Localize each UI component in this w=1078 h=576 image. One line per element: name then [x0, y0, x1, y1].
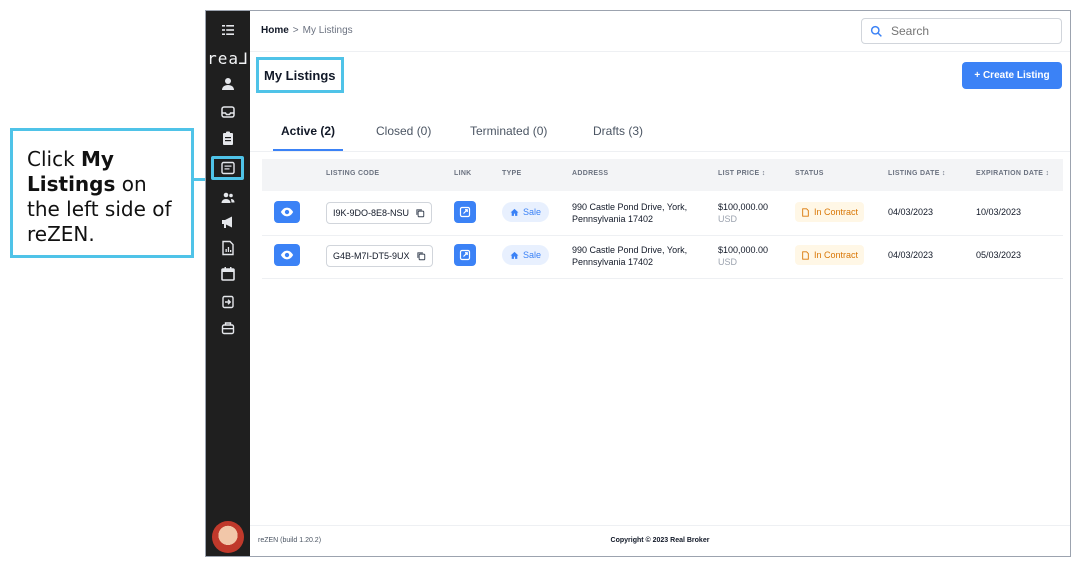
price-currency: USD	[718, 214, 738, 224]
search-icon	[870, 25, 882, 37]
create-listing-button[interactable]: + Create Listing	[962, 62, 1062, 89]
sidebar-item-my-listings[interactable]	[206, 157, 250, 179]
price-cell: $100,000.00 USD	[718, 244, 768, 268]
price-cell: $100,000.00 USD	[718, 201, 768, 225]
main-content: Home>My Listings My Listings + Create Li…	[250, 11, 1070, 556]
column-list-price[interactable]: LIST PRICE ↕	[718, 170, 766, 177]
status-badge: In Contract	[795, 202, 865, 222]
column-type: TYPE	[502, 170, 522, 177]
price-currency: USD	[718, 257, 738, 267]
view-listing-button[interactable]	[274, 201, 300, 223]
tab-closed[interactable]: Closed (0)	[376, 123, 431, 151]
megaphone-icon[interactable]	[206, 211, 250, 233]
tab-terminated[interactable]: Terminated (0)	[470, 123, 547, 151]
table-row: G4B-M7I-DT5-9UX Sale 990 Castle Pond Dri…	[262, 236, 1063, 279]
type-badge: Sale	[502, 202, 550, 222]
breadcrumb: Home > My Listings	[261, 25, 353, 36]
type-label: Sale	[523, 207, 542, 217]
collapse-menu-icon[interactable]	[206, 19, 250, 41]
breadcrumb-current: My Listings	[302, 25, 353, 36]
open-link-button[interactable]	[454, 201, 476, 223]
table-row: I9K-9DO-8E8-NSU Sale 990 Castle Pond Dri…	[262, 193, 1063, 236]
breadcrumb-separator: >	[292, 25, 299, 36]
type-badge: Sale	[502, 245, 550, 265]
listing-code: I9K-9DO-8E8-NSU	[333, 208, 410, 218]
user-avatar[interactable]	[212, 521, 244, 553]
eye-icon	[280, 207, 294, 217]
column-listing-code: LISTING CODE	[326, 170, 380, 177]
instruction-callout: Click My Listings on the left side of re…	[10, 128, 194, 258]
address-cell: 990 Castle Pond Drive, York, Pennsylvani…	[572, 202, 688, 224]
column-status: STATUS	[795, 170, 824, 177]
document-icon	[802, 207, 809, 217]
home-icon	[510, 251, 519, 259]
document-icon	[802, 250, 809, 260]
toolbox-icon[interactable]	[206, 317, 250, 339]
copy-icon[interactable]	[416, 251, 426, 261]
listings-icon	[221, 161, 235, 175]
eye-icon	[280, 250, 294, 260]
listing-code-chip[interactable]: G4B-M7I-DT5-9UX	[326, 245, 433, 267]
column-address: ADDRESS	[572, 170, 609, 177]
table-header: LISTING CODE LINK TYPE ADDRESS LIST PRIC…	[262, 159, 1063, 191]
status-badge: In Contract	[795, 245, 865, 265]
clipboard-icon[interactable]	[206, 127, 250, 149]
sign-in-icon[interactable]	[206, 291, 250, 313]
listing-code-chip[interactable]: I9K-9DO-8E8-NSU	[326, 202, 433, 224]
tab-drafts[interactable]: Drafts (3)	[593, 123, 643, 151]
real-logo: rea⅃	[207, 49, 249, 68]
home-icon	[510, 208, 519, 216]
price-value: $100,000.00	[718, 245, 769, 255]
column-expiration-date[interactable]: EXPIRATION DATE ↕	[976, 170, 1049, 177]
view-listing-button[interactable]	[274, 244, 300, 266]
address-cell: 990 Castle Pond Drive, York, Pennsylvani…	[572, 245, 688, 267]
external-link-icon	[459, 249, 471, 261]
column-link: LINK	[454, 170, 472, 177]
callout-prefix: Click	[27, 147, 82, 171]
page-title-highlight: My Listings	[256, 57, 344, 93]
page-title: My Listings	[264, 67, 336, 83]
inbox-icon[interactable]	[206, 101, 250, 123]
search-box[interactable]	[861, 18, 1062, 44]
footer: reZEN (build 1.20.2) Copyright © 2023 Re…	[250, 525, 1070, 556]
external-link-icon	[459, 206, 471, 218]
search-input[interactable]	[889, 23, 1053, 39]
status-label: In Contract	[814, 250, 859, 260]
copyright: Copyright © 2023 Real Broker	[610, 537, 710, 544]
team-icon[interactable]	[206, 187, 250, 209]
profile-icon[interactable]	[206, 73, 250, 95]
listing-date-cell: 04/03/2023	[888, 250, 934, 260]
expiration-date-cell: 05/03/2023	[976, 250, 1022, 260]
type-label: Sale	[523, 250, 542, 260]
calendar-icon[interactable]	[206, 263, 250, 285]
app-window: rea⅃ Home > My Listings Search My Listin…	[205, 10, 1071, 557]
top-bar: Home > My Listings	[250, 11, 1070, 52]
tab-active[interactable]: Active (2)	[272, 123, 344, 151]
expiration-date-cell: 10/03/2023	[976, 207, 1022, 217]
open-link-button[interactable]	[454, 244, 476, 266]
report-icon[interactable]	[206, 237, 250, 259]
column-listing-date[interactable]: LISTING DATE ↕	[888, 170, 946, 177]
listing-date-cell: 04/03/2023	[888, 207, 934, 217]
copy-icon[interactable]	[415, 208, 425, 218]
listing-tabs: Active (2) Closed (0) Terminated (0) Dra…	[250, 123, 1070, 152]
sidebar: rea⅃	[206, 11, 250, 556]
status-label: In Contract	[814, 207, 859, 217]
price-value: $100,000.00	[718, 202, 769, 212]
listing-code: G4B-M7I-DT5-9UX	[333, 251, 410, 261]
breadcrumb-home[interactable]: Home	[261, 25, 289, 36]
